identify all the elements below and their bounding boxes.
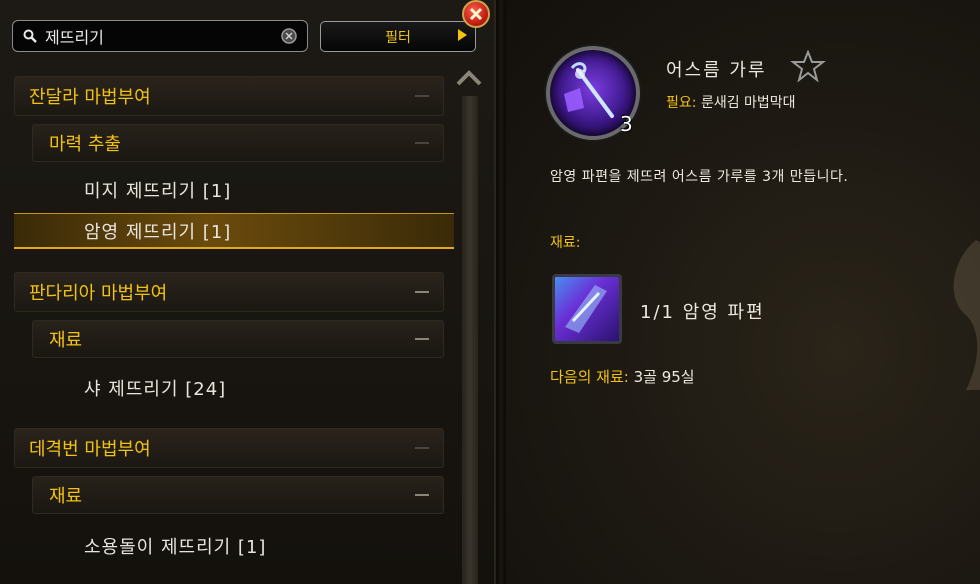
cost-value: 3골 95실 bbox=[633, 368, 695, 386]
collapse-icon[interactable] bbox=[415, 447, 429, 449]
recipe-detail-panel: 3 어스름 가루 필요: 룬새김 마법막대 암영 파편을 제뜨려 어스름 가루를… bbox=[506, 0, 980, 584]
collapse-icon[interactable] bbox=[415, 95, 429, 97]
collapse-icon[interactable] bbox=[415, 338, 429, 340]
recipe-list-panel: 필터 잔달라 마법부여 마력 추출 미지 제뜨리기 [1] 암영 제뜨리기 [1… bbox=[0, 0, 496, 584]
close-button[interactable] bbox=[462, 0, 490, 28]
cost-label: 다음의 재료: bbox=[550, 368, 629, 386]
recipe-title: 어스름 가루 bbox=[666, 60, 767, 81]
requires-value: 룬새김 마법막대 bbox=[700, 95, 796, 111]
reagent-name: 1/1 암영 파편 bbox=[640, 302, 765, 323]
category-label: 판다리아 마법부여 bbox=[29, 283, 168, 304]
recipe-item[interactable]: 샤 제뜨리기 [24] bbox=[14, 370, 454, 406]
recipe-item-label: 미지 제뜨리기 [1] bbox=[84, 181, 232, 202]
shard-icon bbox=[565, 285, 607, 333]
recipe-item-selected[interactable]: 암영 제뜨리기 [1] bbox=[14, 213, 454, 249]
requires-line: 필요: 룬새김 마법막대 bbox=[666, 92, 796, 112]
recipe-item-label: 샤 제뜨리기 [24] bbox=[84, 379, 227, 400]
scrollbar-thumb[interactable] bbox=[463, 96, 477, 584]
stack-count: 3 bbox=[620, 112, 633, 136]
subcategory-label: 재료 bbox=[49, 330, 83, 351]
subcategory-label: 재료 bbox=[49, 486, 83, 507]
category-header[interactable]: 판다리아 마법부여 bbox=[14, 272, 444, 312]
search-input[interactable] bbox=[12, 20, 308, 52]
recipe-description: 암영 파편을 제뜨려 어스름 가루를 3개 만듭니다. bbox=[550, 169, 849, 185]
collapse-icon[interactable] bbox=[415, 494, 429, 496]
triangle-right-icon bbox=[458, 29, 467, 41]
search-icon bbox=[19, 25, 41, 47]
scrollbar[interactable] bbox=[462, 96, 478, 584]
filter-button[interactable]: 필터 bbox=[320, 21, 476, 52]
cost-line: 다음의 재료: 3골 95실 bbox=[550, 366, 695, 387]
scroll-up-icon[interactable] bbox=[454, 66, 484, 90]
background-emblem-icon bbox=[953, 240, 980, 390]
subcategory-label: 마력 추출 bbox=[49, 134, 121, 155]
subcategory-header[interactable]: 마력 추출 bbox=[32, 124, 444, 162]
recipe-item-label: 소용돌이 제뜨리기 [1] bbox=[84, 537, 267, 558]
reagent-icon[interactable] bbox=[552, 274, 622, 344]
subcategory-header[interactable]: 재료 bbox=[32, 320, 444, 358]
recipe-item[interactable]: 미지 제뜨리기 [1] bbox=[14, 172, 454, 208]
favorite-star-icon[interactable] bbox=[790, 49, 826, 83]
category-label: 데격번 마법부여 bbox=[29, 439, 151, 460]
collapse-icon[interactable] bbox=[415, 291, 429, 293]
recipe-item[interactable]: 소용돌이 제뜨리기 [1] bbox=[14, 528, 454, 564]
category-label: 잔달라 마법부여 bbox=[29, 87, 151, 108]
requires-label: 필요: bbox=[666, 95, 697, 111]
reagents-label: 재료: bbox=[550, 235, 581, 251]
subcategory-header[interactable]: 재료 bbox=[32, 476, 444, 514]
close-icon bbox=[469, 7, 483, 21]
filter-button-label: 필터 bbox=[385, 29, 411, 46]
recipe-item-label: 암영 제뜨리기 [1] bbox=[84, 221, 232, 243]
search-field[interactable] bbox=[41, 26, 279, 46]
clear-search-icon[interactable] bbox=[279, 26, 299, 46]
category-header[interactable]: 잔달라 마법부여 bbox=[14, 76, 444, 116]
collapse-icon[interactable] bbox=[415, 142, 429, 144]
category-header[interactable]: 데격번 마법부여 bbox=[14, 428, 444, 468]
panel-divider bbox=[496, 0, 506, 584]
